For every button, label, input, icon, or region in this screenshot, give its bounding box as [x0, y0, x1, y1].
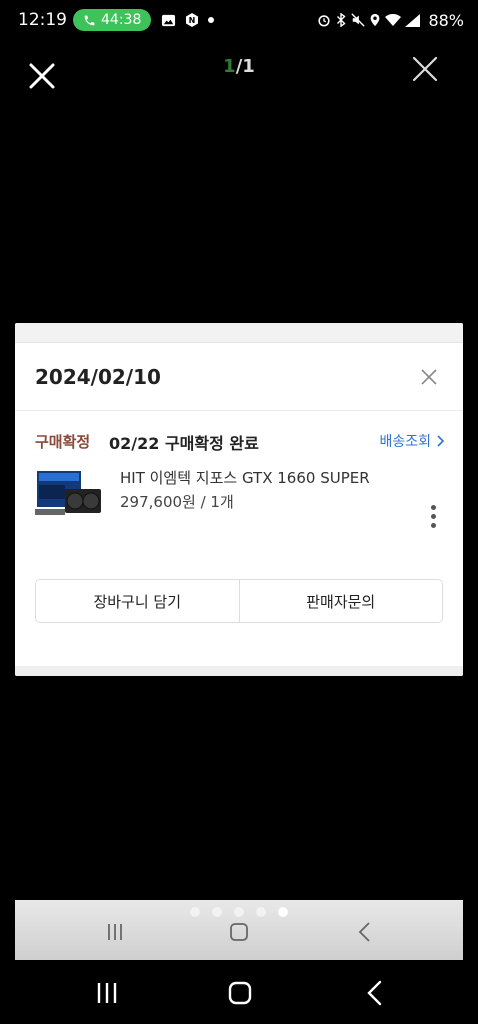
pager-dot: [256, 907, 266, 917]
system-status-icons: 88%: [317, 11, 464, 30]
pager-dot: [190, 907, 200, 917]
pager-dot: [234, 907, 244, 917]
wifi-icon: [385, 13, 402, 27]
battery-level: 88%: [428, 10, 464, 30]
dot-icon: [208, 17, 215, 23]
signal-icon: [405, 13, 421, 27]
add-to-cart-button[interactable]: 장바구니 담기: [36, 580, 239, 622]
page-total: /1: [235, 56, 255, 77]
product-row: HIT 이엠텍 지포스 GTX 1660 SUPER 297,600원 / 1개: [15, 457, 463, 543]
page-current: 1: [223, 56, 236, 77]
home-icon: [225, 918, 253, 946]
card-bottom-strip: [15, 666, 463, 676]
order-actions: 장바구니 담기 판매자문의: [35, 579, 443, 623]
bluetooth-icon: [335, 13, 347, 27]
order-status-row: 구매확정 02/22 구매확정 완료 배송조회: [15, 411, 463, 457]
order-card-header: 2024/02/10: [15, 343, 463, 411]
alarm-icon: [317, 13, 331, 27]
close-icon[interactable]: [410, 54, 440, 84]
tracking-link[interactable]: 배송조회: [379, 431, 445, 451]
back-icon[interactable]: [360, 978, 390, 1008]
pager-dots: [15, 907, 463, 917]
svg-text:N: N: [189, 16, 196, 25]
card-top-strip: [15, 323, 463, 343]
recents-icon[interactable]: [92, 978, 122, 1008]
recents-icon: [101, 918, 129, 946]
call-timer: 44:38: [101, 12, 142, 28]
product-price: 297,600원 / 1개: [120, 493, 234, 511]
mute-icon: [351, 13, 366, 27]
gallery-icon: [161, 13, 176, 28]
phone-icon: [83, 14, 96, 27]
status-bar: 12:19 44:38 N 88%: [0, 0, 478, 40]
ongoing-call-pill[interactable]: 44:38: [73, 9, 152, 31]
back-icon: [351, 918, 379, 946]
screen: 12:19 44:38 N 88% 1/1 2024/02/10 구매확정 02…: [0, 0, 478, 1024]
status-text: 02/22 구매확정 완료: [109, 434, 259, 453]
viewer-header: 1/1: [0, 48, 478, 104]
close-icon[interactable]: [421, 369, 437, 385]
pager-dot: [278, 907, 288, 917]
order-date: 2024/02/10: [35, 365, 161, 389]
order-card-image: 2024/02/10 구매확정 02/22 구매확정 완료 배송조회 HIT 이…: [15, 323, 463, 676]
pager-dot: [212, 907, 222, 917]
location-icon: [369, 13, 381, 27]
system-nav-bar: [0, 960, 478, 1024]
status-tag: 구매확정: [35, 433, 91, 451]
notification-icons: N: [161, 12, 215, 28]
product-name[interactable]: HIT 이엠텍 지포스 GTX 1660 SUPER: [120, 467, 370, 488]
seller-inquiry-button[interactable]: 판매자문의: [238, 580, 442, 622]
home-icon[interactable]: [225, 978, 255, 1008]
chevron-right-icon: [437, 435, 445, 447]
embedded-nav-bar-image: [15, 900, 463, 960]
page-counter: 1/1: [0, 56, 478, 77]
status-time: 12:19: [18, 10, 67, 30]
product-thumbnail[interactable]: [35, 469, 103, 523]
more-vertical-icon[interactable]: [423, 505, 443, 531]
naver-icon: N: [184, 12, 200, 28]
embedded-nav-buttons: [15, 918, 463, 946]
tracking-label: 배송조회: [379, 434, 431, 450]
